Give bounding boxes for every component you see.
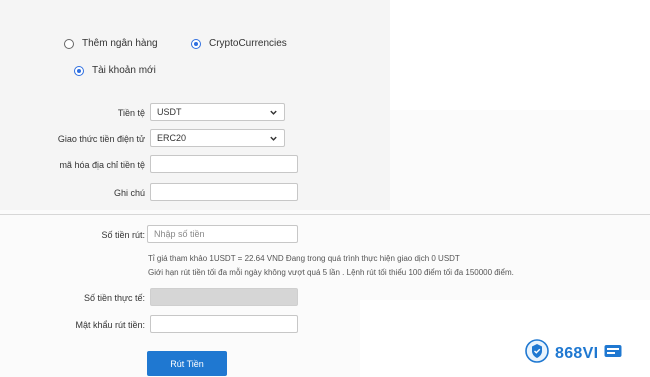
option-crypto[interactable]: CryptoCurrencies [191,38,287,49]
password-label: Mật khẩu rút tiền: [75,320,145,330]
brand-logo: 868VI [525,339,622,368]
radio-add-bank[interactable] [64,38,74,49]
amount-label: Số tiền rút: [101,230,145,240]
section-divider [0,214,650,215]
currency-label: Tiền tệ [117,108,145,118]
amount-input[interactable]: Nhập số tiền [147,225,298,243]
actual-amount-label: Số tiền thực tế: [83,293,145,303]
rate-info: Tỉ giá tham khảo 1USDT = 22.64 VND Đang … [148,254,460,263]
option-add-bank[interactable]: Thêm ngân hàng [64,38,158,49]
amount-placeholder: Nhập số tiền [154,229,205,239]
brand-text: 868VI [555,344,599,362]
protocol-value: ERC20 [157,133,187,143]
password-input[interactable] [150,315,298,333]
chevron-down-icon [268,133,278,143]
withdraw-button[interactable]: Rút Tiền [147,351,227,376]
address-input[interactable] [150,155,298,173]
option-new-account-label: Tài khoản mới [92,65,156,76]
note-input[interactable] [150,183,298,201]
option-new-account[interactable]: Tài khoản mới [74,65,156,76]
protocol-select[interactable]: ERC20 [150,129,285,147]
radio-crypto[interactable] [191,38,201,49]
protocol-label: Giao thức tiền điện tử [57,134,145,144]
address-label: mã hóa địa chỉ tiền tệ [59,160,145,170]
option-add-bank-label: Thêm ngân hàng [82,38,158,49]
note-label: Ghi chú [113,188,145,198]
currency-select[interactable]: USDT [150,103,285,121]
currency-value: USDT [157,107,182,117]
blank-area [390,0,650,110]
limit-info: Giới hạn rút tiền tối đa mỗi ngày không … [148,268,514,277]
radio-new-account[interactable] [74,65,84,76]
brand-badge-icon [604,343,622,364]
withdraw-panel: Thêm ngân hàng CryptoCurrencies Tài khoả… [0,0,650,377]
shield-crest-icon [525,339,549,368]
option-crypto-label: CryptoCurrencies [209,38,287,49]
actual-amount-field [150,288,298,306]
chevron-down-icon [268,107,278,117]
